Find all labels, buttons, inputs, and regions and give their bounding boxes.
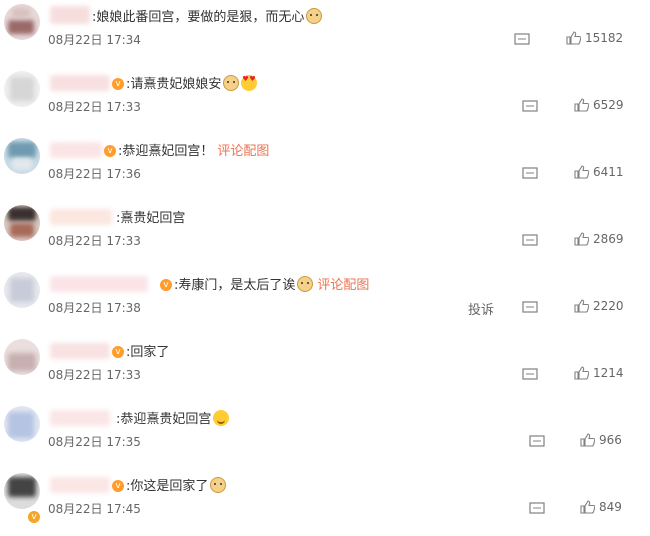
- avatar[interactable]: [4, 205, 40, 241]
- comment-body: 寿康门，是太后了诶: [178, 278, 296, 293]
- comment-time: 08月22日 17:45: [48, 502, 141, 516]
- comment-time: 08月22日 17:35: [48, 435, 141, 449]
- thumbs-up-icon: [574, 232, 590, 246]
- avatar[interactable]: [4, 138, 40, 174]
- thumbs-up-icon: [574, 98, 590, 112]
- vip-badge-icon: v: [112, 346, 124, 358]
- doge-emoji-icon: [210, 477, 227, 493]
- comment-item: v :寿康门，是太后了诶 评论配图 08月22日 17:38 投诉 2220: [0, 268, 650, 335]
- comment-icon[interactable]: [514, 33, 530, 46]
- comment-icon[interactable]: [522, 301, 538, 314]
- avatar[interactable]: [4, 4, 40, 40]
- comment-body: 请熹贵妃娘娘安: [130, 77, 222, 92]
- comment-icon[interactable]: [522, 234, 538, 247]
- comment-icon[interactable]: [529, 502, 545, 515]
- comment-icon[interactable]: [522, 368, 538, 381]
- doge-emoji-icon: [306, 8, 323, 24]
- like-count: 6529: [593, 98, 624, 112]
- thumbs-up-icon: [566, 31, 582, 45]
- vip-badge-icon: v: [112, 78, 124, 90]
- comment-item: :熹贵妃回宫 08月22日 17:33 2869: [0, 201, 650, 268]
- like-button[interactable]: 6411: [574, 165, 624, 179]
- avatar[interactable]: [4, 71, 40, 107]
- avatar[interactable]: [4, 272, 40, 308]
- comment-text: :寿康门，是太后了诶 评论配图: [174, 276, 370, 293]
- username[interactable]: [50, 142, 102, 158]
- vip-badge-icon: v: [28, 511, 40, 523]
- like-button[interactable]: 966: [580, 433, 622, 447]
- comment-text: :恭迎熹贵妃回宫: [116, 408, 230, 427]
- username[interactable]: [50, 410, 110, 426]
- like-button[interactable]: 15182: [566, 31, 623, 45]
- comment-item: v :恭迎熹妃回宫！ 评论配图 08月22日 17:36 6411: [0, 134, 650, 201]
- comment-image-link[interactable]: 评论配图: [217, 144, 269, 159]
- comment-text: :请熹贵妃娘娘安: [126, 73, 258, 92]
- comment-time: 08月22日 17:38: [48, 301, 141, 315]
- username[interactable]: [50, 343, 110, 359]
- like-button[interactable]: 6529: [574, 98, 624, 112]
- report-link[interactable]: 投诉: [468, 299, 494, 318]
- like-count: 6411: [593, 165, 624, 179]
- comment-icon[interactable]: [529, 435, 545, 448]
- comment-body: 恭迎熹妃回宫！: [122, 144, 214, 159]
- thumbs-up-icon: [580, 433, 596, 447]
- username[interactable]: [50, 75, 110, 91]
- comment-body: 回家了: [130, 345, 170, 360]
- like-button[interactable]: 2869: [574, 232, 624, 246]
- vip-badge-icon: v: [104, 145, 116, 157]
- like-count: 966: [599, 433, 622, 447]
- avatar[interactable]: [4, 406, 40, 442]
- like-count: 2220: [593, 299, 624, 313]
- comment-body: 熹贵妃回宫: [120, 211, 186, 226]
- doge-emoji-icon: [223, 75, 240, 91]
- like-count: 849: [599, 500, 622, 514]
- comment-text: :你这是回家了: [126, 475, 227, 494]
- comment-time: 08月22日 17:33: [48, 368, 141, 382]
- vip-badge-icon: v: [112, 480, 124, 492]
- comment-item: :恭迎熹贵妃回宫 08月22日 17:35 966: [0, 402, 650, 469]
- like-button[interactable]: 2220: [574, 299, 624, 313]
- vip-badge-icon: v: [160, 279, 172, 291]
- comment-icon[interactable]: [522, 167, 538, 180]
- username[interactable]: [50, 276, 148, 292]
- comment-time: 08月22日 17:33: [48, 100, 141, 114]
- comment-item: v :回家了 08月22日 17:33 1214: [0, 335, 650, 402]
- comment-item: v :请熹贵妃娘娘安 08月22日 17:33 6529: [0, 67, 650, 134]
- comment-time: 08月22日 17:33: [48, 234, 141, 248]
- thumbs-up-icon: [574, 366, 590, 380]
- avatar[interactable]: [4, 339, 40, 375]
- doge-emoji-icon: [297, 276, 314, 292]
- like-count: 1214: [593, 366, 624, 380]
- like-button[interactable]: 1214: [574, 366, 624, 380]
- comment-text: :娘娘此番回宫，要做的是狠，而无心: [92, 6, 323, 25]
- comment-body: 娘娘此番回宫，要做的是狠，而无心: [96, 10, 305, 25]
- comment-time: 08月22日 17:36: [48, 167, 141, 181]
- username[interactable]: [50, 477, 110, 493]
- comment-text: :熹贵妃回宫: [116, 211, 186, 226]
- comment-time: 08月22日 17:34: [48, 33, 141, 47]
- comment-body: 你这是回家了: [130, 479, 209, 494]
- thumbs-up-icon: [580, 500, 596, 514]
- comment-image-link[interactable]: 评论配图: [317, 278, 369, 293]
- username[interactable]: [50, 209, 112, 225]
- thumbs-up-icon: [574, 299, 590, 313]
- username[interactable]: [50, 6, 90, 24]
- comment-body: 恭迎熹贵妃回宫: [120, 412, 212, 427]
- comment-item: :娘娘此番回宫，要做的是狠，而无心 08月22日 17:34 15182: [0, 0, 650, 67]
- thumbs-up-icon: [574, 165, 590, 179]
- smile-emoji-icon: [213, 410, 230, 426]
- comment-text: :恭迎熹妃回宫！ 评论配图: [118, 144, 270, 159]
- like-button[interactable]: 849: [580, 500, 622, 514]
- comment-text: :回家了: [126, 345, 170, 360]
- comment-item: v v :你这是回家了 08月22日 17:45 849: [0, 469, 650, 536]
- like-count: 2869: [593, 232, 624, 246]
- heart-eyes-emoji-icon: [241, 75, 258, 91]
- avatar[interactable]: [4, 473, 40, 509]
- comment-icon[interactable]: [522, 100, 538, 113]
- like-count: 15182: [585, 31, 624, 45]
